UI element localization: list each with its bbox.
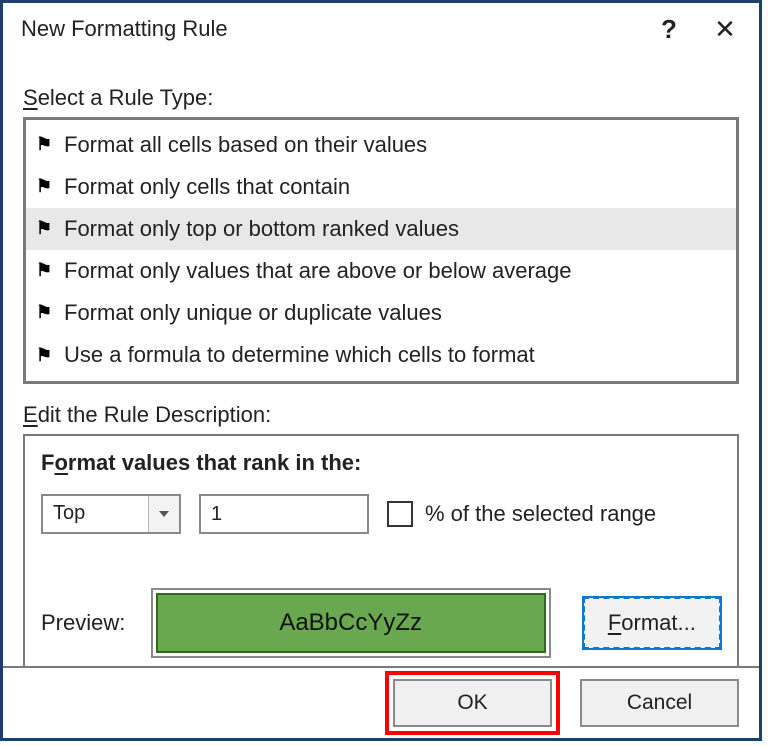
- help-icon: ?: [661, 14, 677, 45]
- rule-type-label: Format only values that are above or bel…: [64, 254, 572, 288]
- dialog-footer: OK Cancel: [3, 666, 759, 738]
- close-button[interactable]: ✕: [701, 11, 749, 47]
- titlebar: New Formatting Rule ? ✕: [3, 3, 759, 51]
- preview-label: Preview:: [41, 610, 147, 636]
- rule-description-panel: Format values that rank in the: Top 1 % …: [23, 434, 739, 680]
- rank-direction-dropdown[interactable]: Top: [41, 494, 181, 534]
- preview-box: AaBbCcYyZz: [151, 588, 551, 658]
- rule-flag-icon: ⚑: [36, 299, 58, 327]
- rule-type-label: Format only unique or duplicate values: [64, 296, 442, 330]
- percent-checkbox[interactable]: [387, 501, 413, 527]
- rule-type-label: Format all cells based on their values: [64, 128, 427, 162]
- dialog-title: New Formatting Rule: [21, 16, 228, 42]
- rank-count-input[interactable]: 1: [199, 494, 369, 534]
- rule-type-item[interactable]: ⚑Use a formula to determine which cells …: [26, 334, 736, 376]
- dropdown-toggle[interactable]: [148, 496, 179, 532]
- rule-type-label: Use a formula to determine which cells t…: [64, 338, 535, 372]
- rule-type-item[interactable]: ⚑Format only unique or duplicate values: [26, 292, 736, 334]
- rule-type-item[interactable]: ⚑Format only cells that contain: [26, 166, 736, 208]
- rule-type-item[interactable]: ⚑Format all cells based on their values: [26, 124, 736, 166]
- rule-type-label: Format only cells that contain: [64, 170, 350, 204]
- rule-flag-icon: ⚑: [36, 131, 58, 159]
- ok-button[interactable]: OK: [393, 679, 552, 727]
- rank-heading: Format values that rank in the:: [41, 450, 721, 476]
- cancel-button[interactable]: Cancel: [580, 679, 739, 727]
- rule-flag-icon: ⚑: [36, 215, 58, 243]
- rule-type-label: Format only top or bottom ranked values: [64, 212, 459, 246]
- rule-type-item[interactable]: ⚑Format only values that are above or be…: [26, 250, 736, 292]
- rank-direction-value: Top: [53, 502, 148, 525]
- rule-type-item[interactable]: ⚑Format only top or bottom ranked values: [26, 208, 736, 250]
- close-icon: ✕: [714, 14, 736, 45]
- preview-sample: AaBbCcYyZz: [156, 593, 546, 653]
- help-button[interactable]: ?: [645, 11, 693, 47]
- new-formatting-rule-dialog: New Formatting Rule ? ✕ Select a Rule Ty…: [0, 0, 762, 741]
- chevron-down-icon: [159, 511, 169, 517]
- format-button[interactable]: Format...: [583, 597, 721, 649]
- select-rule-type-label: Select a Rule Type:: [23, 85, 739, 111]
- percent-checkbox-label: % of the selected range: [425, 501, 656, 527]
- ok-button-highlight: OK: [385, 671, 560, 735]
- rule-type-list: ⚑Format all cells based on their values⚑…: [23, 117, 739, 384]
- rule-flag-icon: ⚑: [36, 342, 58, 370]
- rule-flag-icon: ⚑: [36, 257, 58, 285]
- edit-rule-description-label: Edit the Rule Description:: [23, 402, 739, 428]
- rule-flag-icon: ⚑: [36, 173, 58, 201]
